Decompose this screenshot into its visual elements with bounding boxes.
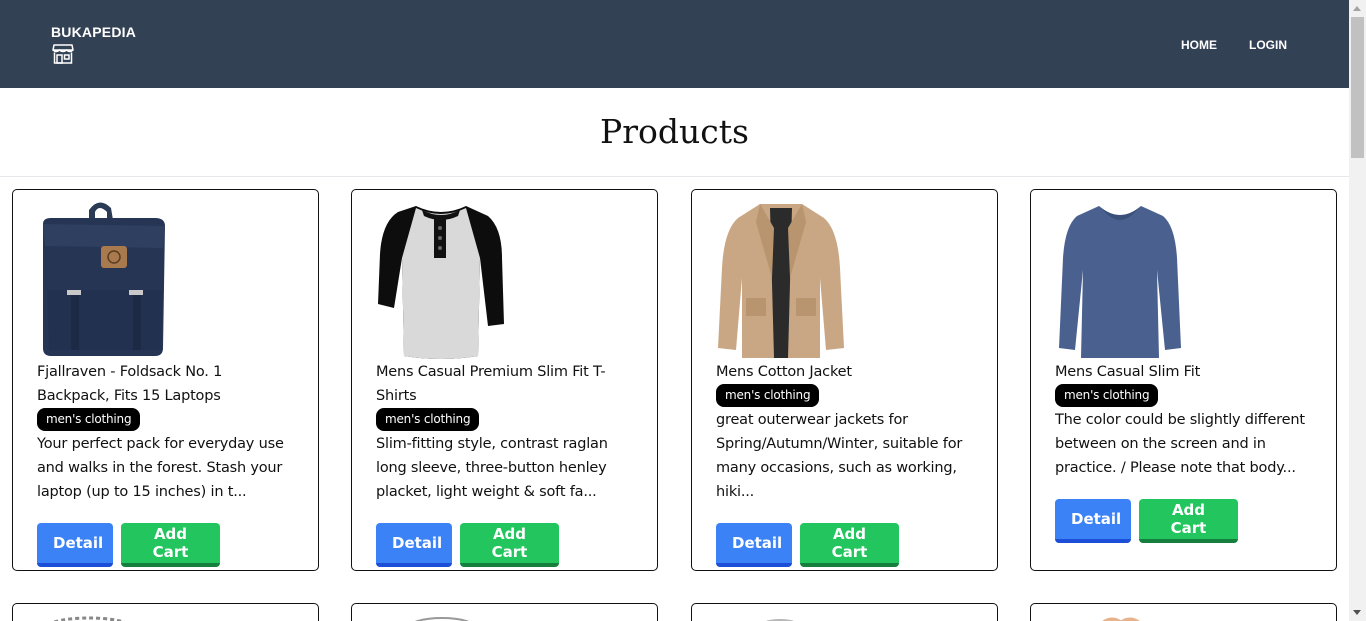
product-card [691,603,998,621]
product-image[interactable] [716,612,846,621]
product-card: Mens Casual Premium Slim Fit T-Shirts me… [351,189,658,571]
jacket-image[interactable] [716,198,846,360]
card-actions: Detail Add Cart [37,523,294,567]
backpack-image[interactable] [37,198,167,360]
scroll-down-icon[interactable] [1353,610,1361,615]
product-title[interactable]: Fjallraven - Foldsack No. 1 Backpack, Fi… [37,360,294,408]
nav-home-link[interactable]: HOME [1181,38,1217,52]
page-title: Products [600,112,749,151]
product-card: Fjallraven - Foldsack No. 1 Backpack, Fi… [12,189,319,571]
raglan-shirt-image[interactable] [376,198,506,360]
add-cart-button[interactable]: Add Cart [460,523,559,567]
page-scrollbar[interactable] [1349,0,1366,621]
nav-login-link[interactable]: LOGIN [1249,38,1287,52]
product-image[interactable] [376,612,506,621]
product-card [12,603,319,621]
product-card [1030,603,1337,621]
product-image[interactable] [1055,612,1185,621]
detail-button[interactable]: Detail [1055,499,1131,543]
brand[interactable]: BUKAPEDIA [51,24,136,64]
add-cart-button[interactable]: Add Cart [800,523,899,567]
brand-name[interactable]: BUKAPEDIA [51,24,136,40]
product-card [351,603,658,621]
product-card: Mens Casual Slim Fit men's clothing The … [1030,189,1337,571]
category-badge: men's clothing [1055,384,1159,407]
scroll-up-icon[interactable] [1353,6,1361,11]
store-icon [52,44,74,64]
product-description: Slim-fitting style, contrast raglan long… [376,436,608,500]
detail-button[interactable]: Detail [716,523,792,567]
product-image[interactable] [37,612,167,621]
detail-button[interactable]: Detail [37,523,113,567]
scroll-thumb[interactable] [1351,17,1364,158]
add-cart-button[interactable]: Add Cart [1139,499,1238,543]
product-description: Your perfect pack for everyday use and w… [37,436,284,500]
product-description: The color could be slightly different be… [1055,412,1305,476]
add-cart-button[interactable]: Add Cart [121,523,220,567]
navbar: BUKAPEDIA HOME LOGIN [0,0,1349,88]
long-sleeve-shirt-image[interactable] [1055,198,1185,360]
product-title[interactable]: Mens Casual Slim Fit [1055,360,1312,384]
page-header: Products [0,88,1349,177]
product-card: Mens Cotton Jacket men's clothing great … [691,189,998,571]
category-badge: men's clothing [37,408,141,431]
detail-button[interactable]: Detail [376,523,452,567]
category-badge: men's clothing [716,384,820,407]
product-title[interactable]: Mens Cotton Jacket [716,360,973,384]
card-actions: Detail Add Cart [376,523,633,567]
category-badge: men's clothing [376,408,480,431]
product-description: great outerwear jackets for Spring/Autum… [716,412,963,500]
card-actions: Detail Add Cart [1055,499,1312,543]
nav-links: HOME LOGIN [1181,38,1287,52]
card-actions: Detail Add Cart [716,523,973,567]
product-title[interactable]: Mens Casual Premium Slim Fit T-Shirts [376,360,633,408]
